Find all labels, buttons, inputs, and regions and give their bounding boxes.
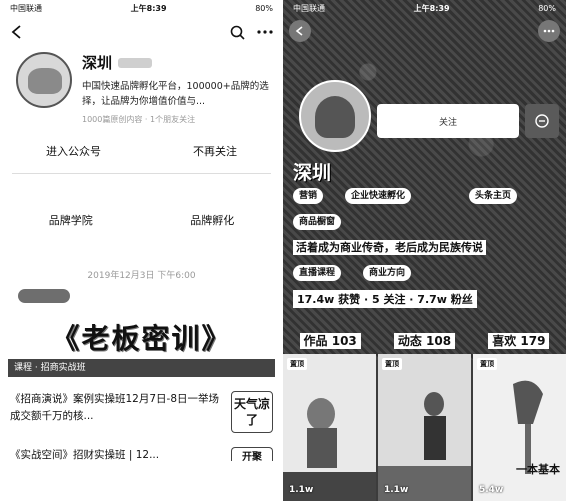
article-thumbnail: 天气凉了 [231, 391, 273, 433]
video-likes: 1.1w [384, 485, 409, 495]
back-icon[interactable] [10, 22, 24, 41]
carrier-label: 中国联通 [10, 3, 42, 13]
article-thumbnail: 开聚 [231, 447, 273, 463]
divider [12, 173, 271, 174]
back-icon[interactable] [289, 20, 311, 42]
list-item[interactable]: 《实战空间》招财实操班 | 12... 开聚 [0, 447, 283, 463]
clock-label: 上午8:39 [130, 3, 167, 13]
menu-item-brand-incubation[interactable]: 品牌孵化 [190, 212, 234, 228]
video-caption: 一本基本 [516, 463, 560, 476]
search-icon[interactable] [230, 22, 245, 41]
profile-tabs: 作品 103 动态 108 喜欢 179 [283, 330, 566, 352]
tab-dynamics[interactable]: 动态 108 [393, 333, 456, 349]
more-icon[interactable] [257, 22, 273, 41]
profile-stats: 17.4w 获赞 · 5 关注 · 7.7w 粉丝 [293, 290, 477, 308]
clock-label: 上午8:39 [413, 3, 450, 13]
product-showcase-button[interactable]: 商品橱窗 [293, 214, 342, 230]
tag-homepage[interactable]: 头条主页 [469, 188, 518, 204]
video-likes: 5.4w [479, 485, 504, 495]
list-item[interactable]: 《招商演说》案例实操班12月7日-8日一举场成交额千万的核... 天气凉了 [0, 391, 283, 433]
message-icon[interactable] [525, 104, 559, 138]
account-menu: 品牌学院 品牌孵化 [0, 212, 283, 228]
article-banner[interactable]: 《老板密训》 课程 · 招商实战班 [8, 317, 275, 377]
follow-button[interactable]: 关注 [377, 104, 519, 138]
profile-name: 深圳 [293, 162, 332, 184]
avatar[interactable] [16, 52, 72, 108]
douyin-profile-panel: 中国联通 上午8:39 80% 关注 深圳 营销 企业快速孵化 头条主页 商品橱… [283, 0, 566, 501]
brand-logo-icon [18, 289, 70, 303]
account-name-text: 深圳 [82, 54, 113, 72]
tag-business-direction[interactable]: 商业方向 [363, 265, 412, 281]
article-header [0, 289, 283, 303]
carrier-label: 中国联通 [293, 3, 325, 13]
status-bar: 中国联通 上午8:39 80% [0, 0, 283, 16]
battery-label: 80% [255, 3, 273, 13]
account-name: 深圳 [82, 52, 269, 73]
wechat-official-account-panel: 中国联通 上午8:39 80% 深圳 中国快速品牌孵化平台，100000+品牌的… [0, 0, 283, 501]
pinned-badge: 置顶 [287, 358, 307, 370]
more-icon[interactable] [538, 20, 560, 42]
pinned-badge: 置顶 [382, 358, 402, 370]
profile-bio: 活着成为商业传奇，老后成为民族传说 [293, 240, 486, 255]
battery-label: 80% [538, 3, 556, 13]
blurred-name-part [118, 57, 153, 68]
top-bar [0, 16, 283, 46]
banner-title: 《老板密训》 [51, 322, 232, 355]
tag-marketing[interactable]: 营销 [293, 188, 324, 204]
pinned-badge: 置顶 [477, 358, 497, 370]
post-date: 2019年12月3日 下午6:00 [87, 271, 196, 281]
tab-likes[interactable]: 喜欢 179 [488, 333, 550, 349]
article-title: 《招商演说》案例实操班12月7日-8日一举场成交额千万的核... [10, 393, 220, 422]
tag-enterprise[interactable]: 企业快速孵化 [345, 188, 412, 204]
video-thumbnail[interactable]: 置顶 1.1w [378, 354, 471, 501]
status-bar: 中国联通 上午8:39 80% [283, 0, 566, 16]
tag-live-course[interactable]: 直播课程 [293, 265, 342, 281]
account-profile: 深圳 中国快速品牌孵化平台，100000+品牌的选择，让品牌为你增值价值与...… [0, 46, 283, 125]
enter-account-button[interactable]: 进入公众号 [46, 143, 101, 159]
avatar[interactable] [299, 80, 371, 152]
account-description[interactable]: 中国快速品牌孵化平台，100000+品牌的选择，让品牌为你增值价值与... [82, 79, 269, 109]
tab-works[interactable]: 作品 103 [299, 333, 361, 349]
banner-strip: 课程 · 招商实战班 [8, 359, 275, 377]
menu-item-brand-academy[interactable]: 品牌学院 [49, 212, 93, 228]
video-grid: 置顶 1.1w 置顶 1.1w 置顶 一本基本 5.4w [283, 354, 566, 501]
follow-actions: 进入公众号 不再关注 [0, 143, 283, 159]
video-thumbnail[interactable]: 置顶 一本基本 5.4w [473, 354, 566, 501]
top-bar [289, 18, 560, 44]
account-stats: 1000篇原创内容 · 1个朋友关注 [82, 115, 196, 124]
article-title: 《实战空间》招财实操班 | 12... [10, 449, 160, 461]
video-thumbnail[interactable]: 置顶 1.1w [283, 354, 376, 501]
video-likes: 1.1w [289, 485, 314, 495]
unfollow-button[interactable]: 不再关注 [193, 143, 237, 159]
